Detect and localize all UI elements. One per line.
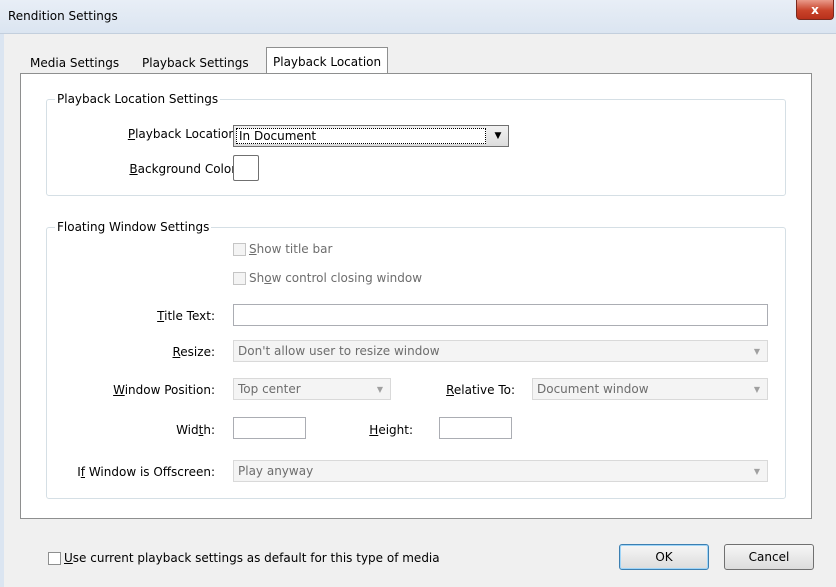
tab-label: Media Settings: [30, 56, 120, 70]
floating-window-settings-group: Floating Window Settings Show title bar …: [46, 220, 786, 499]
playback-location-settings-group: Playback Location Settings Playback Loca…: [46, 92, 786, 196]
tab-label: Playback Settings: [142, 56, 249, 70]
resize-value: Don't allow user to resize window: [238, 344, 440, 358]
checkbox-label: Use current playback settings as default…: [64, 551, 440, 565]
chevron-down-icon: ▼: [753, 346, 761, 356]
height-label: Height:: [369, 423, 413, 437]
height-input[interactable]: [439, 417, 512, 439]
title-text-input[interactable]: [233, 304, 768, 326]
width-input[interactable]: [233, 417, 306, 439]
dialog-body: Media Settings Playback Settings Playbac…: [0, 34, 836, 587]
checkbox-label: Show title bar: [249, 242, 333, 256]
cancel-button[interactable]: Cancel: [724, 544, 814, 570]
ok-button[interactable]: OK: [619, 544, 709, 570]
chevron-down-icon: ▼: [753, 466, 761, 476]
title-bar: Rendition Settings x: [0, 0, 836, 34]
checkbox-box: [233, 242, 246, 256]
group-legend: Floating Window Settings: [55, 220, 212, 234]
tab-label: Playback Location: [273, 54, 382, 69]
close-button[interactable]: x: [796, 0, 834, 20]
offscreen-label: If Window is Offscreen:: [77, 465, 215, 479]
cancel-label: Cancel: [748, 550, 790, 564]
chevron-down-icon: ▼: [753, 384, 761, 394]
playback-location-value: In Document: [236, 128, 486, 144]
background-color-swatch[interactable]: [233, 155, 259, 181]
checkbox-box: [48, 551, 61, 565]
tab-playback-settings[interactable]: Playback Settings: [136, 52, 255, 74]
offscreen-value: Play anyway: [238, 464, 314, 478]
background-color-label: Background Color:: [129, 162, 240, 176]
ok-label: OK: [655, 550, 673, 564]
checkbox-box: [233, 271, 246, 285]
relative-to-value: Document window: [537, 382, 649, 396]
tab-playback-location[interactable]: Playback Location: [266, 47, 389, 75]
offscreen-select[interactable]: Play anyway ▼: [233, 460, 768, 482]
relative-to-label: Relative To:: [446, 383, 515, 397]
width-label: Width:: [176, 423, 215, 437]
use-as-default-checkbox[interactable]: Use current playback settings as default…: [48, 551, 440, 565]
resize-label: Resize:: [172, 345, 215, 359]
show-control-checkbox[interactable]: Show control closing window: [233, 271, 422, 285]
resize-select[interactable]: Don't allow user to resize window ▼: [233, 340, 768, 362]
window-position-value: Top center: [238, 382, 301, 396]
close-icon: x: [811, 2, 819, 17]
checkbox-label: Show control closing window: [249, 271, 423, 285]
window-position-select[interactable]: Top center ▼: [233, 378, 391, 400]
show-title-bar-checkbox[interactable]: Show title bar: [233, 242, 332, 256]
relative-to-select[interactable]: Document window ▼: [532, 378, 768, 400]
tab-media-settings[interactable]: Media Settings: [24, 52, 125, 74]
chevron-down-icon: ▼: [376, 384, 384, 394]
title-text-label: Title Text:: [157, 309, 215, 323]
chevron-down-icon: ▼: [494, 131, 502, 141]
window-position-label: Window Position:: [113, 383, 215, 397]
playback-location-label: Playback Location:: [127, 127, 240, 141]
window-title: Rendition Settings: [8, 9, 118, 23]
group-legend: Playback Location Settings: [55, 92, 221, 106]
playback-location-select[interactable]: In Document ▼: [233, 125, 509, 147]
tab-panel-playback-location: Playback Location Settings Playback Loca…: [20, 73, 812, 519]
